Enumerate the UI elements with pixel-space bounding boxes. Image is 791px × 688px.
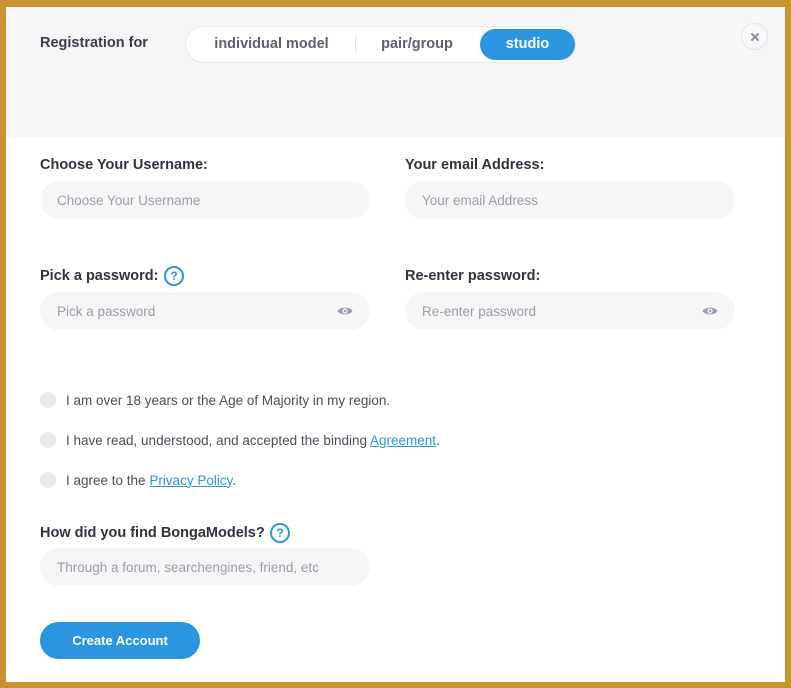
agreement-consent-text: I have read, understood, and accepted th… xyxy=(66,433,440,448)
privacy-consent-row: I agree to the Privacy Policy. xyxy=(40,472,236,488)
privacy-consent-checkbox[interactable] xyxy=(40,472,56,488)
password-confirm-eye-icon[interactable] xyxy=(702,306,718,316)
registration-modal: Registration for individual model pair/g… xyxy=(6,7,785,682)
tab-divider xyxy=(355,36,356,53)
tab-pair-group[interactable]: pair/group xyxy=(358,29,476,60)
close-icon xyxy=(750,32,759,41)
age-consent-text: I am over 18 years or the Age of Majorit… xyxy=(66,392,391,408)
password-help-icon[interactable]: ? xyxy=(164,266,184,286)
email-label: Your email Address: xyxy=(405,157,545,173)
close-button[interactable] xyxy=(741,23,768,50)
username-label: Choose Your Username: xyxy=(40,157,208,173)
age-consent-checkbox[interactable] xyxy=(40,392,56,408)
agreement-consent-checkbox[interactable] xyxy=(40,432,56,448)
password-label: Pick a password: xyxy=(40,268,159,284)
referral-label: How did you find BongaModels? xyxy=(40,525,265,541)
referral-input[interactable] xyxy=(40,548,370,586)
tab-individual-model[interactable]: individual model xyxy=(190,29,353,60)
referral-help-icon[interactable]: ? xyxy=(270,523,290,543)
password-confirm-label: Re-enter password: xyxy=(405,268,541,284)
password-input[interactable] xyxy=(40,292,370,330)
registration-for-label: Registration for xyxy=(40,35,148,51)
agreement-consent-row: I have read, understood, and accepted th… xyxy=(40,432,440,448)
age-consent-row: I am over 18 years or the Age of Majorit… xyxy=(40,392,390,408)
privacy-text-after: . xyxy=(232,472,237,488)
account-type-toggle: individual model pair/group studio xyxy=(185,26,576,63)
email-input[interactable] xyxy=(405,181,735,219)
privacy-text-before: I agree to the xyxy=(66,472,150,488)
privacy-consent-text: I agree to the Privacy Policy. xyxy=(66,473,236,488)
password-eye-icon[interactable] xyxy=(337,306,353,316)
agreement-text-after: . xyxy=(436,432,440,448)
create-account-button[interactable]: Create Account xyxy=(40,622,200,659)
password-confirm-input[interactable] xyxy=(405,292,735,330)
tab-studio[interactable]: studio xyxy=(480,29,575,60)
agreement-link[interactable]: Agreement xyxy=(370,433,436,448)
username-input[interactable] xyxy=(40,181,370,219)
modal-header: Registration for individual model pair/g… xyxy=(6,7,785,137)
agreement-text-before: I have read, understood, and accepted th… xyxy=(66,432,370,448)
privacy-policy-link[interactable]: Privacy Policy xyxy=(149,473,232,488)
